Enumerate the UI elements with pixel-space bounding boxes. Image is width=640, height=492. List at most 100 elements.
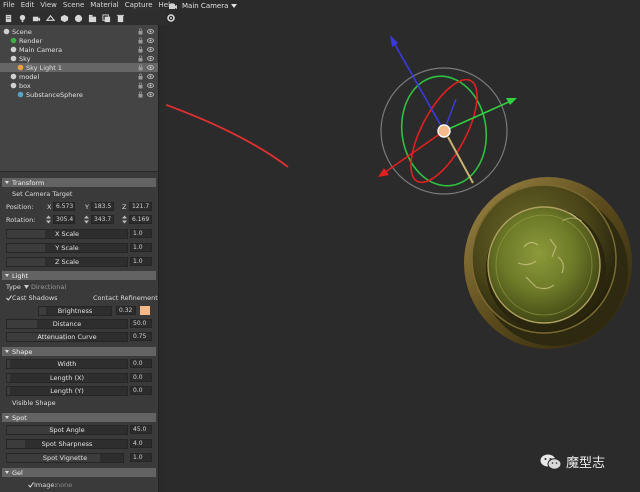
rotation-y-spin-icon[interactable] [84, 215, 89, 224]
z-scale-slider[interactable]: Z Scale [6, 257, 128, 267]
rotation-z-spin-icon[interactable] [122, 215, 127, 224]
lock-icon[interactable] [137, 82, 144, 89]
light-type-dropdown[interactable]: Directional [31, 283, 66, 291]
menu-material[interactable]: Material [87, 0, 121, 11]
distance-slider[interactable]: Distance [6, 319, 128, 329]
menu-capture[interactable]: Capture [122, 0, 156, 11]
menu-view[interactable]: View [37, 0, 60, 11]
spot-angle-field[interactable]: 45.0 [130, 425, 152, 434]
lock-icon[interactable] [137, 64, 144, 71]
outliner-item-sky-light-1[interactable]: Sky Light 1 [0, 63, 158, 72]
delete-icon[interactable] [114, 13, 127, 24]
add-cube-icon[interactable] [58, 13, 71, 24]
light-header[interactable]: Light [2, 271, 156, 280]
lock-icon[interactable] [137, 37, 144, 44]
length-y-slider[interactable]: Length (Y) [6, 386, 128, 396]
light-color-swatch[interactable] [140, 306, 150, 315]
set-camera-target-button[interactable]: Set Camera Target [12, 190, 72, 198]
light-header-label: Light [12, 271, 29, 280]
outliner-item-render[interactable]: Render [0, 36, 158, 45]
rotation-z-field[interactable]: 6.169 [129, 215, 152, 224]
length-x-field[interactable]: 0.0 [130, 373, 152, 382]
contact-refinement-label[interactable]: Contact Refinement [93, 294, 158, 302]
lock-icon[interactable] [137, 28, 144, 35]
gel-header[interactable]: Gel [2, 468, 156, 477]
menu-scene[interactable]: Scene [60, 0, 87, 11]
lock-icon[interactable] [137, 46, 144, 53]
light-handle[interactable] [437, 124, 451, 138]
spot-sharpness-slider[interactable]: Spot Sharpness [6, 439, 128, 449]
x-scale-field[interactable]: 1.0 [130, 229, 152, 238]
eye-icon[interactable] [147, 91, 154, 98]
distance-field[interactable]: 50.0 [130, 319, 152, 328]
rotation-x-field[interactable]: 305.4 [53, 215, 75, 224]
outliner-item-icon [17, 64, 24, 71]
x-scale-label: X Scale [54, 230, 79, 238]
y-scale-field[interactable]: 1.0 [130, 243, 152, 252]
outliner-item-box[interactable]: box [0, 81, 158, 90]
position-x-field[interactable]: 6.573 [53, 202, 75, 211]
panel-splitter[interactable] [158, 25, 166, 492]
y-scale-slider[interactable]: Y Scale [6, 243, 128, 253]
coin-model[interactable] [464, 177, 632, 349]
spot-sharpness-field[interactable]: 4.0 [130, 439, 152, 448]
y-scale-label: Y Scale [55, 244, 79, 252]
outliner-item-scene[interactable]: Scene [0, 27, 158, 36]
position-z-field[interactable]: 121.7 [129, 202, 152, 211]
outliner-item-label: box [19, 81, 31, 90]
shape-header[interactable]: Shape [2, 347, 156, 356]
gel-image-value[interactable]: none [56, 481, 72, 489]
rotation-y-field[interactable]: 343.7 [91, 215, 114, 224]
position-y-field[interactable]: 183.5 [91, 202, 114, 211]
outliner-item-icon [10, 73, 17, 80]
eye-icon[interactable] [147, 46, 154, 53]
eye-icon[interactable] [147, 28, 154, 35]
viewport-camera-selector[interactable]: Main Camera [166, 0, 238, 12]
rotation-x-spin-icon[interactable] [46, 215, 51, 224]
lock-icon[interactable] [137, 73, 144, 80]
add-group-icon[interactable] [86, 13, 99, 24]
length-y-field[interactable]: 0.0 [130, 386, 152, 395]
light-gizmo[interactable] [378, 35, 517, 195]
lock-icon[interactable] [137, 91, 144, 98]
eye-icon[interactable] [147, 37, 154, 44]
3d-viewport[interactable] [166, 25, 640, 492]
camera-icon [169, 4, 177, 9]
spot-angle-slider[interactable]: Spot Angle [6, 425, 128, 435]
add-camera-icon[interactable] [30, 13, 43, 24]
gear-icon[interactable] [166, 13, 176, 23]
distance-label: Distance [52, 320, 82, 328]
add-light-icon[interactable] [16, 13, 29, 24]
lock-icon[interactable] [137, 55, 144, 62]
spot-vignette-slider[interactable]: Spot Vignette [6, 453, 124, 463]
eye-icon[interactable] [147, 64, 154, 71]
length-y-label: Length (Y) [50, 387, 84, 395]
eye-icon[interactable] [147, 73, 154, 80]
spot-header[interactable]: Spot [2, 413, 156, 422]
attenuation-curve-field[interactable]: 0.75 [130, 332, 152, 341]
transform-header[interactable]: Transform [2, 178, 156, 187]
visible-shape-checkbox[interactable]: Visible Shape [12, 399, 56, 407]
chevron-down-icon [231, 4, 238, 8]
add-mesh-icon[interactable] [44, 13, 57, 24]
width-slider[interactable]: Width [6, 359, 128, 369]
attenuation-curve-slider[interactable]: Attenuation Curve [6, 332, 128, 342]
eye-icon[interactable] [147, 55, 154, 62]
z-scale-field[interactable]: 1.0 [130, 257, 152, 266]
x-scale-slider[interactable]: X Scale [6, 229, 128, 239]
spot-vignette-field[interactable]: 1.0 [130, 453, 152, 462]
duplicate-icon[interactable] [100, 13, 113, 24]
brightness-slider[interactable]: Brightness [38, 306, 112, 316]
length-x-slider[interactable]: Length (X) [6, 373, 128, 383]
menu-edit[interactable]: Edit [18, 0, 38, 11]
outliner-item-main-camera[interactable]: Main Camera [0, 45, 158, 54]
add-object-icon[interactable] [2, 13, 15, 24]
add-sphere-icon[interactable] [72, 13, 85, 24]
outliner-item-sky[interactable]: Sky [0, 54, 158, 63]
brightness-field[interactable]: 0.32 [116, 306, 136, 315]
width-field[interactable]: 0.0 [130, 359, 152, 368]
outliner-item-substancesphere[interactable]: SubstanceSphere [0, 90, 158, 99]
eye-icon[interactable] [147, 82, 154, 89]
menu-file[interactable]: File [0, 0, 18, 11]
outliner-item-model[interactable]: model [0, 72, 158, 81]
